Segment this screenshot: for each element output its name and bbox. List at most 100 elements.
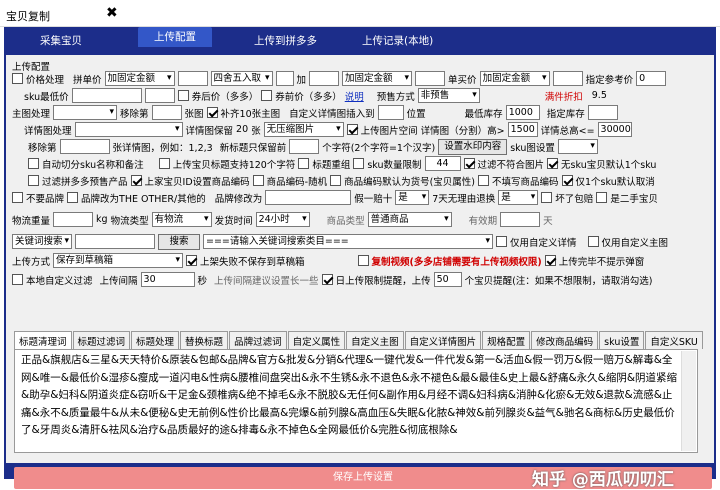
detail-img-select[interactable] bbox=[74, 122, 183, 137]
logistics-select[interactable]: 有物流 bbox=[151, 212, 212, 227]
subtab-custom-main[interactable]: 自定义主图 bbox=[346, 331, 404, 349]
tab-upload-records[interactable]: 上传记录(本地) bbox=[362, 33, 433, 48]
subtab-edit-code[interactable]: 修改商品编码 bbox=[531, 331, 599, 349]
filter-img-checkbox[interactable] bbox=[463, 158, 475, 169]
subtab-spec[interactable]: 规格配置 bbox=[482, 331, 531, 349]
title-dup-checkbox[interactable] bbox=[298, 158, 310, 169]
brand-other-checkbox[interactable] bbox=[67, 192, 79, 203]
taobao-code-checkbox[interactable] bbox=[130, 175, 142, 186]
second-checkbox[interactable] bbox=[596, 192, 608, 203]
auto-split-checkbox[interactable] bbox=[28, 158, 39, 169]
single-price-select[interactable]: 加固定金额 bbox=[479, 71, 550, 86]
filter-img-label: 过滤不符合图片 bbox=[477, 159, 545, 171]
filter-presale-checkbox[interactable] bbox=[28, 175, 39, 186]
tab-upload-pdd[interactable]: 上传到拼多多 bbox=[254, 33, 317, 48]
subtab-title-clean[interactable]: 标题清理词 bbox=[14, 331, 72, 349]
sku-limit-label: sku数量限制 bbox=[367, 159, 422, 171]
done-popup-checkbox[interactable] bbox=[544, 255, 556, 266]
scrollbar[interactable] bbox=[681, 351, 696, 451]
no-code-checkbox[interactable] bbox=[478, 175, 489, 186]
sku-limit-input[interactable]: 44 bbox=[424, 156, 461, 171]
pad-checkbox[interactable] bbox=[206, 107, 218, 118]
ship-select[interactable]: 24小时 bbox=[255, 212, 310, 227]
set-stock-input[interactable] bbox=[587, 105, 618, 120]
local-filter-checkbox[interactable] bbox=[12, 274, 23, 285]
keyword-input[interactable] bbox=[75, 234, 155, 249]
no-sku-checkbox[interactable] bbox=[547, 158, 559, 169]
round-select[interactable]: 四舍五入取 bbox=[210, 71, 273, 86]
broken-checkbox[interactable] bbox=[541, 192, 553, 203]
remove-input[interactable] bbox=[59, 139, 110, 154]
tab-collect[interactable]: 采集宝贝 bbox=[40, 33, 82, 48]
code-default-checkbox[interactable] bbox=[330, 175, 342, 186]
upload-mode-select[interactable]: 保存到草稿箱 bbox=[53, 253, 184, 268]
subtab-custom-attr[interactable]: 自定义属性 bbox=[287, 331, 346, 349]
split-input[interactable]: 1500 bbox=[507, 122, 538, 137]
custom-detail-checkbox[interactable] bbox=[496, 236, 507, 247]
title-len-checkbox[interactable] bbox=[158, 158, 170, 169]
fail-draft-checkbox[interactable] bbox=[186, 255, 198, 266]
category-select[interactable]: ===请输入关键词搜索类目=== bbox=[203, 234, 493, 249]
presale-select[interactable]: 非预售 bbox=[417, 88, 480, 103]
price-checkbox[interactable] bbox=[12, 73, 23, 84]
sku-limit-checkbox[interactable] bbox=[353, 158, 365, 169]
valid-input[interactable] bbox=[500, 212, 541, 227]
subtab-brand-filter[interactable]: 品牌过滤词 bbox=[229, 331, 287, 349]
fake-select[interactable]: 是 bbox=[395, 190, 430, 205]
subtab-sku-setting[interactable]: sku设置 bbox=[599, 331, 645, 349]
seven-select[interactable]: 是 bbox=[498, 190, 539, 205]
discount-value[interactable]: 9.5 bbox=[592, 90, 607, 101]
title-dup-label: 标题重组 bbox=[312, 159, 351, 171]
upload-space-checkbox[interactable] bbox=[346, 124, 358, 135]
no-brand-checkbox[interactable] bbox=[12, 192, 23, 203]
compress-select[interactable]: 无压缩图片 bbox=[263, 122, 344, 137]
daily-label: 日上传限制提醒，上传 bbox=[335, 275, 431, 287]
ref-price-input[interactable]: 0 bbox=[636, 71, 667, 86]
daily-checkbox[interactable] bbox=[321, 274, 333, 285]
add-input[interactable] bbox=[309, 71, 340, 86]
subtab-title-replace[interactable]: 替换标题 bbox=[180, 331, 229, 349]
round-input[interactable] bbox=[275, 71, 294, 86]
before-coupon-checkbox[interactable] bbox=[261, 90, 273, 101]
random-code-checkbox[interactable] bbox=[252, 175, 264, 186]
brand-mod-input[interactable] bbox=[265, 190, 352, 205]
subtab-title-filter[interactable]: 标题过滤词 bbox=[72, 331, 131, 349]
sku-min-input[interactable] bbox=[71, 88, 142, 103]
before-coupon-label: 券前价（多多） bbox=[275, 91, 342, 103]
add2-input[interactable] bbox=[415, 71, 446, 86]
add-select[interactable]: 加固定金额 bbox=[342, 71, 413, 86]
sku-min-input2[interactable] bbox=[144, 88, 175, 103]
subtab-custom-detail[interactable]: 自定义详情图片 bbox=[404, 331, 482, 349]
watermark-button[interactable]: 设置水印内容 bbox=[438, 138, 508, 155]
new-title-input[interactable] bbox=[289, 139, 320, 154]
copy-video-checkbox[interactable] bbox=[357, 255, 369, 266]
search-button[interactable]: 搜索 bbox=[158, 233, 200, 250]
total-input[interactable]: 30000 bbox=[597, 122, 632, 137]
custom-main-checkbox[interactable] bbox=[587, 236, 599, 247]
group-price-input[interactable] bbox=[177, 71, 208, 86]
explain-link[interactable]: 说明 bbox=[345, 89, 364, 103]
keyword-select[interactable]: 关键词搜索 bbox=[12, 234, 72, 249]
move-input[interactable] bbox=[151, 105, 182, 120]
daily-input[interactable]: 50 bbox=[433, 272, 462, 287]
main-frame: 采集宝贝 上传配置 上传到拼多多 上传记录(本地) 上传配置 价格处理 拼单价 … bbox=[4, 27, 716, 490]
weight-input[interactable] bbox=[53, 212, 94, 227]
subtab-title-process[interactable]: 标题处理 bbox=[131, 331, 180, 349]
tab-upload-config[interactable]: 上传配置 bbox=[138, 27, 212, 47]
clean-words-textarea[interactable]: 正品&旗舰店&三星&天天特价&原装&包邮&品牌&官方&批发&分销&代理&一键代发… bbox=[14, 349, 698, 453]
main-img-select[interactable] bbox=[53, 105, 118, 120]
subtab-custom-sku[interactable]: 自定义SKU bbox=[645, 331, 703, 349]
single-price-label: 单买价 bbox=[448, 74, 477, 86]
keep-num-value[interactable]: 20 bbox=[236, 124, 248, 135]
only-one-checkbox[interactable] bbox=[561, 175, 573, 186]
close-icon[interactable]: ✖ bbox=[106, 5, 118, 21]
sku-img-select[interactable] bbox=[557, 139, 598, 154]
coupon-checkbox[interactable] bbox=[177, 90, 189, 101]
group-price-select[interactable]: 加固定金额 bbox=[104, 71, 175, 86]
insert-pos-input[interactable] bbox=[377, 105, 404, 120]
min-stock-input[interactable]: 1000 bbox=[505, 105, 540, 120]
type-select[interactable]: 普通商品 bbox=[367, 212, 452, 227]
interval-input[interactable]: 30 bbox=[140, 272, 195, 287]
single-price-input[interactable] bbox=[552, 71, 583, 86]
detail-img-label: 详情图处理 bbox=[24, 125, 72, 137]
